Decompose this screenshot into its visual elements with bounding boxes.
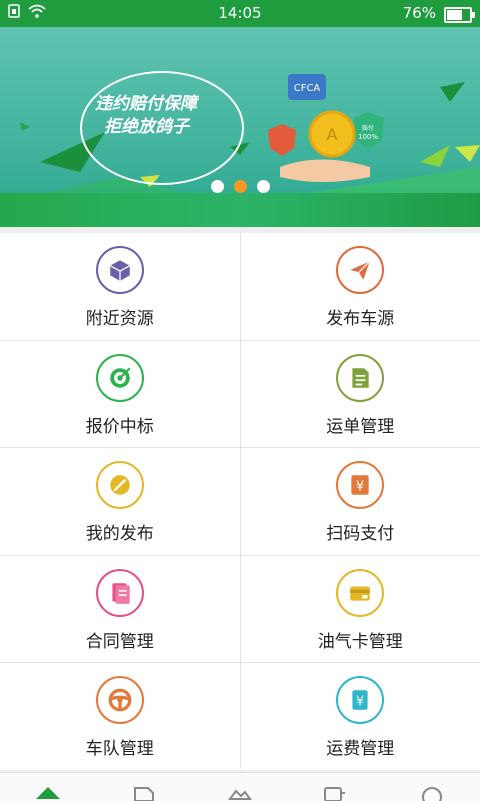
target-icon	[96, 354, 144, 402]
menu-item-8[interactable]: 油气卡管理	[241, 556, 480, 663]
svg-text:¥: ¥	[356, 480, 364, 495]
menu-item-4[interactable]: 运单管理	[241, 341, 480, 448]
battery-icon	[444, 7, 472, 23]
orders-tab-icon[interactable]	[132, 785, 156, 801]
menu-item-label: 发布车源	[326, 304, 394, 329]
menu-item-label: 车队管理	[86, 734, 154, 759]
menu-item-label: 报价中标	[86, 412, 154, 437]
contract-icon	[96, 569, 144, 617]
badge-percent: 100%	[358, 133, 378, 141]
guarantee-badges-illustration: CFCA A 赔付 100%	[260, 72, 400, 192]
steering-wheel-icon	[96, 676, 144, 724]
carousel-dot-active[interactable]	[234, 180, 247, 193]
status-bar: 14:05 76%	[0, 0, 480, 27]
menu-item-6[interactable]: ¥ 扫码支付	[241, 448, 480, 555]
menu-item-label: 运费管理	[326, 734, 394, 759]
cube-icon	[96, 246, 144, 294]
edit-icon	[96, 461, 144, 509]
menu-item-7[interactable]: 合同管理	[0, 556, 240, 663]
menu-item-9[interactable]: 车队管理	[0, 663, 240, 770]
menu-item-label: 油气卡管理	[318, 627, 403, 652]
menu-item-label: 附近资源	[86, 304, 154, 329]
svg-text:A: A	[327, 125, 338, 144]
banner-floor	[0, 193, 480, 227]
scan-yuan-icon: ¥	[336, 461, 384, 509]
menu-item-3[interactable]: 报价中标	[0, 341, 240, 448]
menu-item-label: 合同管理	[86, 627, 154, 652]
document-icon	[336, 354, 384, 402]
badge-percent-label: 赔付	[362, 124, 374, 132]
card-icon	[336, 569, 384, 617]
profile-tab-icon[interactable]	[420, 785, 444, 801]
menu-item-label: 扫码支付	[326, 519, 394, 544]
paper-plane-icon	[336, 246, 384, 294]
slogan-line2: 拒绝放鸽子	[104, 112, 189, 137]
svg-text:¥: ¥	[356, 695, 364, 710]
menu-item-5[interactable]: 我的发布	[0, 448, 240, 555]
home-tab-icon[interactable]	[36, 785, 60, 801]
menu-item-1[interactable]: 附近资源	[0, 233, 240, 340]
function-grid: 附近资源 发布车源报价中标 运单管理我的发布 ¥ 扫码支付合同管理 油气卡管理车队管理 ¥ 运…	[0, 233, 480, 766]
carousel-dot[interactable]	[211, 180, 224, 193]
slogan-line1: 违约赔付保障	[95, 89, 197, 114]
badge-cfca: CFCA	[294, 83, 321, 94]
menu-item-label: 我的发布	[86, 519, 154, 544]
truck-tab-icon[interactable]	[322, 785, 346, 801]
cargo-tab-icon[interactable]	[228, 785, 252, 801]
menu-item-10[interactable]: ¥ 运费管理	[241, 663, 480, 770]
bottom-tab-bar	[0, 772, 480, 801]
promo-banner[interactable]: 违约赔付保障 拒绝放鸽子 CFCA A 赔付 100%	[0, 27, 480, 227]
carousel-dot[interactable]	[257, 180, 270, 193]
menu-item-label: 运单管理	[326, 412, 394, 437]
battery-percent: 76%	[403, 4, 436, 22]
carousel-indicator	[0, 180, 480, 193]
freight-yuan-icon: ¥	[336, 676, 384, 724]
menu-item-2[interactable]: 发布车源	[241, 233, 480, 340]
